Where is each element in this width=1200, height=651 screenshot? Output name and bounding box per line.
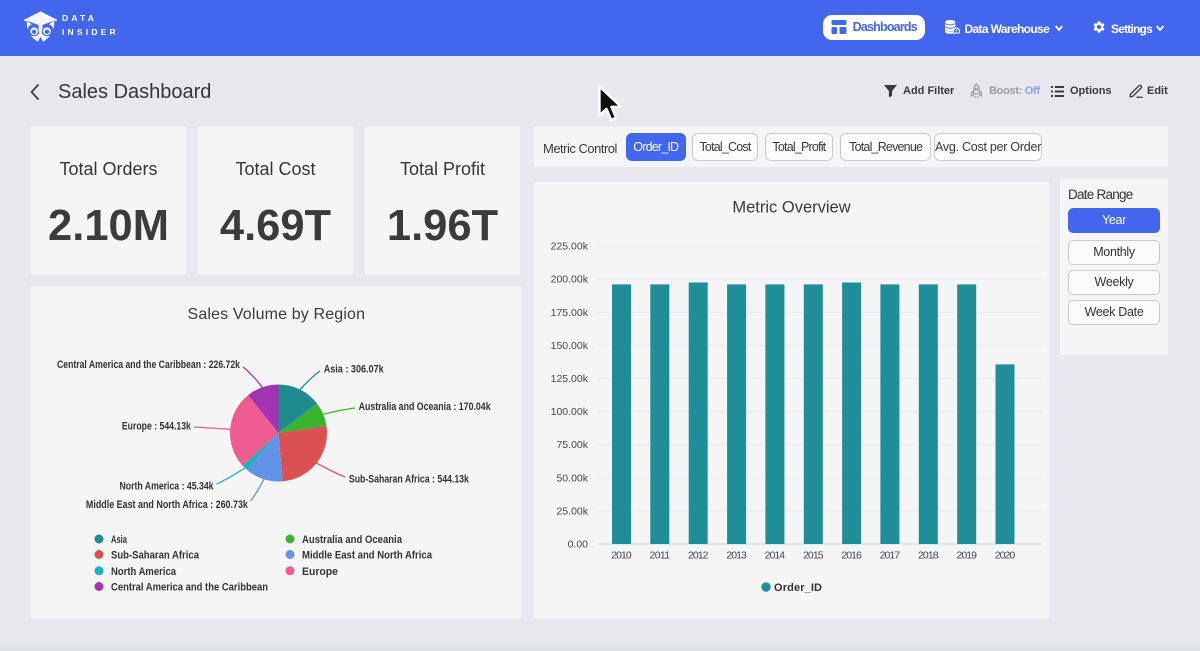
svg-text:Europe : 544.13k: Europe : 544.13k [122, 421, 192, 433]
svg-text:2013: 2013 [726, 550, 747, 562]
svg-text:2011: 2011 [650, 550, 671, 562]
svg-text:Metric Overview: Metric Overview [732, 198, 850, 216]
svg-text:2015: 2015 [803, 550, 824, 562]
svg-text:Australia and Oceania : 170.04: Australia and Oceania : 170.04k [359, 401, 492, 413]
svg-text:Australia and Oceania: Australia and Oceania [302, 534, 403, 546]
svg-text:2012: 2012 [688, 550, 709, 562]
svg-text:50.00k: 50.00k [556, 472, 588, 484]
svg-text:Sub-Saharan Africa: Sub-Saharan Africa [111, 550, 200, 562]
svg-text:2016: 2016 [841, 550, 862, 562]
svg-text:Middle East and North Africa :: Middle East and North Africa : 260.73k [86, 499, 249, 511]
svg-text:2017: 2017 [880, 550, 901, 562]
svg-text:Middle East and North Africa: Middle East and North Africa [302, 550, 433, 562]
svg-text:0.00: 0.00 [568, 539, 589, 551]
svg-text:2020: 2020 [995, 550, 1016, 562]
svg-text:Sales Volume by Region: Sales Volume by Region [188, 306, 366, 323]
svg-text:Europe: Europe [302, 566, 338, 578]
svg-text:75.00k: 75.00k [556, 439, 588, 451]
svg-text:North America: North America [111, 566, 177, 578]
svg-text:Asia : 306.07k: Asia : 306.07k [324, 364, 385, 376]
svg-text:Asia: Asia [111, 534, 128, 546]
svg-text:Central America and the Caribb: Central America and the Caribbean : 226.… [57, 359, 241, 371]
svg-text:Order_ID: Order_ID [774, 582, 822, 594]
svg-text:150.00k: 150.00k [551, 340, 589, 352]
svg-text:225.00k: 225.00k [551, 241, 589, 253]
svg-text:Central America and the Caribb: Central America and the Caribbean [111, 582, 268, 594]
svg-text:2014: 2014 [765, 550, 786, 562]
svg-text:175.00k: 175.00k [551, 307, 589, 319]
svg-text:125.00k: 125.00k [551, 373, 589, 385]
svg-text:2019: 2019 [956, 550, 977, 562]
svg-text:Sub-Saharan Africa : 544.13k: Sub-Saharan Africa : 544.13k [349, 473, 470, 485]
svg-text:200.00k: 200.00k [551, 274, 589, 286]
svg-text:2018: 2018 [918, 550, 939, 562]
svg-text:100.00k: 100.00k [551, 406, 589, 418]
svg-text:25.00k: 25.00k [556, 505, 588, 517]
svg-text:North America : 45.34k: North America : 45.34k [120, 480, 215, 492]
svg-text:2010: 2010 [611, 550, 632, 562]
